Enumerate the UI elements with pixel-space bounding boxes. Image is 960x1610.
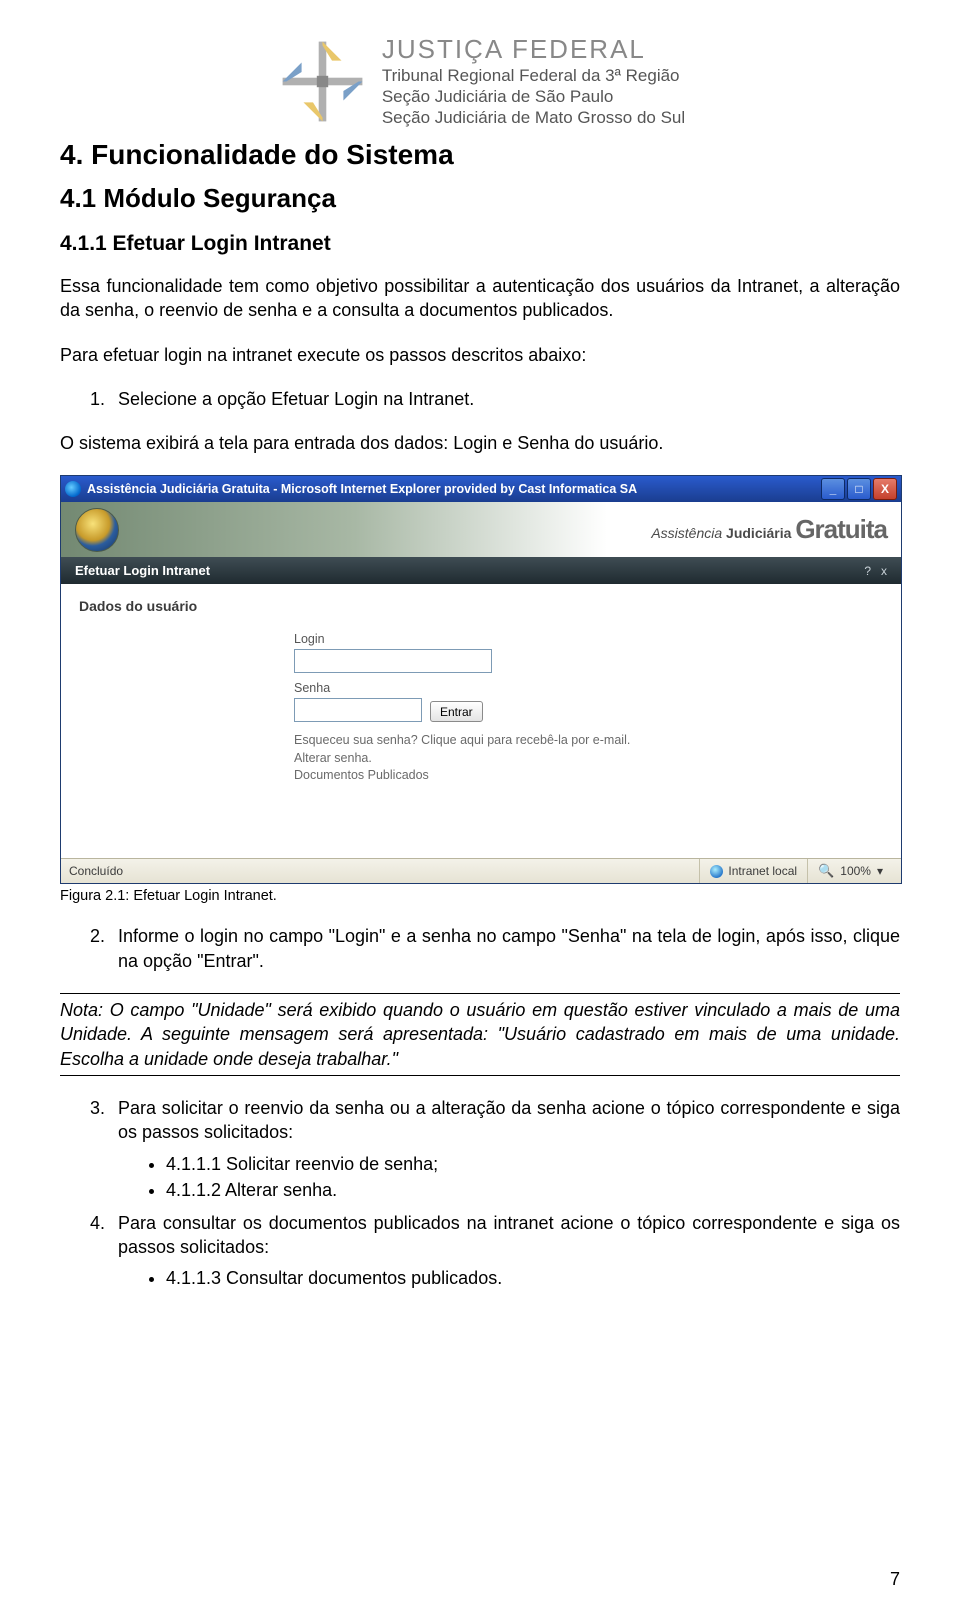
step-1: Selecione a opção Efetuar Login na Intra… (110, 387, 900, 411)
page-number: 7 (890, 1569, 900, 1590)
heading-4-1: 4.1 Módulo Segurança (60, 183, 900, 214)
brasil-emblem-icon (75, 508, 119, 552)
step-4: Para consultar os documentos publicados … (110, 1211, 900, 1292)
heading-4: 4. Funcionalidade do Sistema (60, 139, 900, 171)
intro-paragraph: Essa funcionalidade tem como objetivo po… (60, 274, 900, 323)
entrar-button[interactable]: Entrar (430, 701, 483, 722)
form-section-label: Dados do usuário (79, 598, 883, 614)
banner-judiciaria: Judiciária (722, 525, 795, 541)
app-banner: Assistência Judiciária Gratuita (61, 502, 901, 557)
figure-caption: Figura 2.1: Efetuar Login Intranet. (60, 888, 900, 904)
window-title: Assistência Judiciária Gratuita - Micros… (87, 482, 821, 496)
maximize-button[interactable]: □ (847, 478, 871, 500)
login-label: Login (294, 632, 883, 646)
login-input[interactable] (294, 649, 492, 673)
senha-input[interactable] (294, 698, 422, 722)
banner-assistencia: Assistência (651, 525, 722, 541)
window-titlebar[interactable]: Assistência Judiciária Gratuita - Micros… (61, 476, 901, 502)
header-line-3: Seção Judiciária de São Paulo (382, 87, 685, 107)
page-breadcrumb-bar: Efetuar Login Intranet ? x (61, 557, 901, 584)
app-title: Assistência Judiciária Gratuita (651, 514, 887, 545)
alterar-senha-link[interactable]: Alterar senha. (294, 750, 883, 768)
step-2: Informe o login no campo "Login" e a sen… (110, 924, 900, 973)
documentos-publicados-link[interactable]: Documentos Publicados (294, 767, 883, 785)
step-3-bullet-1: 4.1.1.1 Solicitar reenvio de senha; (166, 1151, 900, 1177)
step-4-text: Para consultar os documentos publicados … (118, 1213, 900, 1257)
zoom-level: 100% (840, 864, 871, 878)
zone-icon (710, 865, 723, 878)
step-3-bullet-2: 4.1.1.2 Alterar senha. (166, 1177, 900, 1203)
header-line-2: Tribunal Regional Federal da 3ª Região (382, 66, 685, 86)
screenshot-login-window: Assistência Judiciária Gratuita - Micros… (60, 475, 902, 884)
panel-close-icon[interactable]: x (881, 564, 887, 578)
header-line-4: Seção Judiciária de Mato Grosso do Sul (382, 108, 685, 128)
instructions-lead: Para efetuar login na intranet execute o… (60, 343, 900, 367)
help-icon[interactable]: ? (864, 564, 871, 578)
close-button[interactable]: X (873, 478, 897, 500)
letterhead: JUSTIÇA FEDERAL Tribunal Regional Federa… (60, 30, 900, 129)
heading-4-1-1: 4.1.1 Efetuar Login Intranet (60, 232, 900, 256)
forgot-password-link[interactable]: Esqueceu sua senha? Clique aqui para rec… (294, 732, 883, 750)
step-3-text: Para solicitar o reenvio da senha ou a a… (118, 1098, 900, 1142)
zoom-dropdown-icon[interactable]: ▾ (877, 864, 883, 878)
header-line-1: JUSTIÇA FEDERAL (382, 34, 685, 65)
system-display-note: O sistema exibirá a tela para entrada do… (60, 431, 900, 455)
status-bar: Concluído Intranet local 🔍 100% ▾ (61, 858, 901, 883)
step-4-bullet-1: 4.1.1.3 Consultar documentos publicados. (166, 1265, 900, 1291)
security-zone-label: Intranet local (728, 864, 797, 878)
step-3: Para solicitar o reenvio da senha ou a a… (110, 1096, 900, 1203)
letterhead-text: JUSTIÇA FEDERAL Tribunal Regional Federa… (382, 30, 685, 128)
logo-justica-federal (275, 34, 370, 129)
status-done-label: Concluído (69, 864, 123, 878)
banner-gratuita: Gratuita (795, 514, 887, 544)
login-form: Dados do usuário Login Senha Entrar Esqu… (61, 584, 901, 858)
breadcrumb-title: Efetuar Login Intranet (75, 563, 210, 578)
senha-label: Senha (294, 681, 883, 695)
zoom-icon: 🔍 (818, 863, 834, 879)
note-unidade: Nota: O campo "Unidade" será exibido qua… (60, 993, 900, 1076)
minimize-button[interactable]: _ (821, 478, 845, 500)
ie-icon (65, 481, 81, 497)
